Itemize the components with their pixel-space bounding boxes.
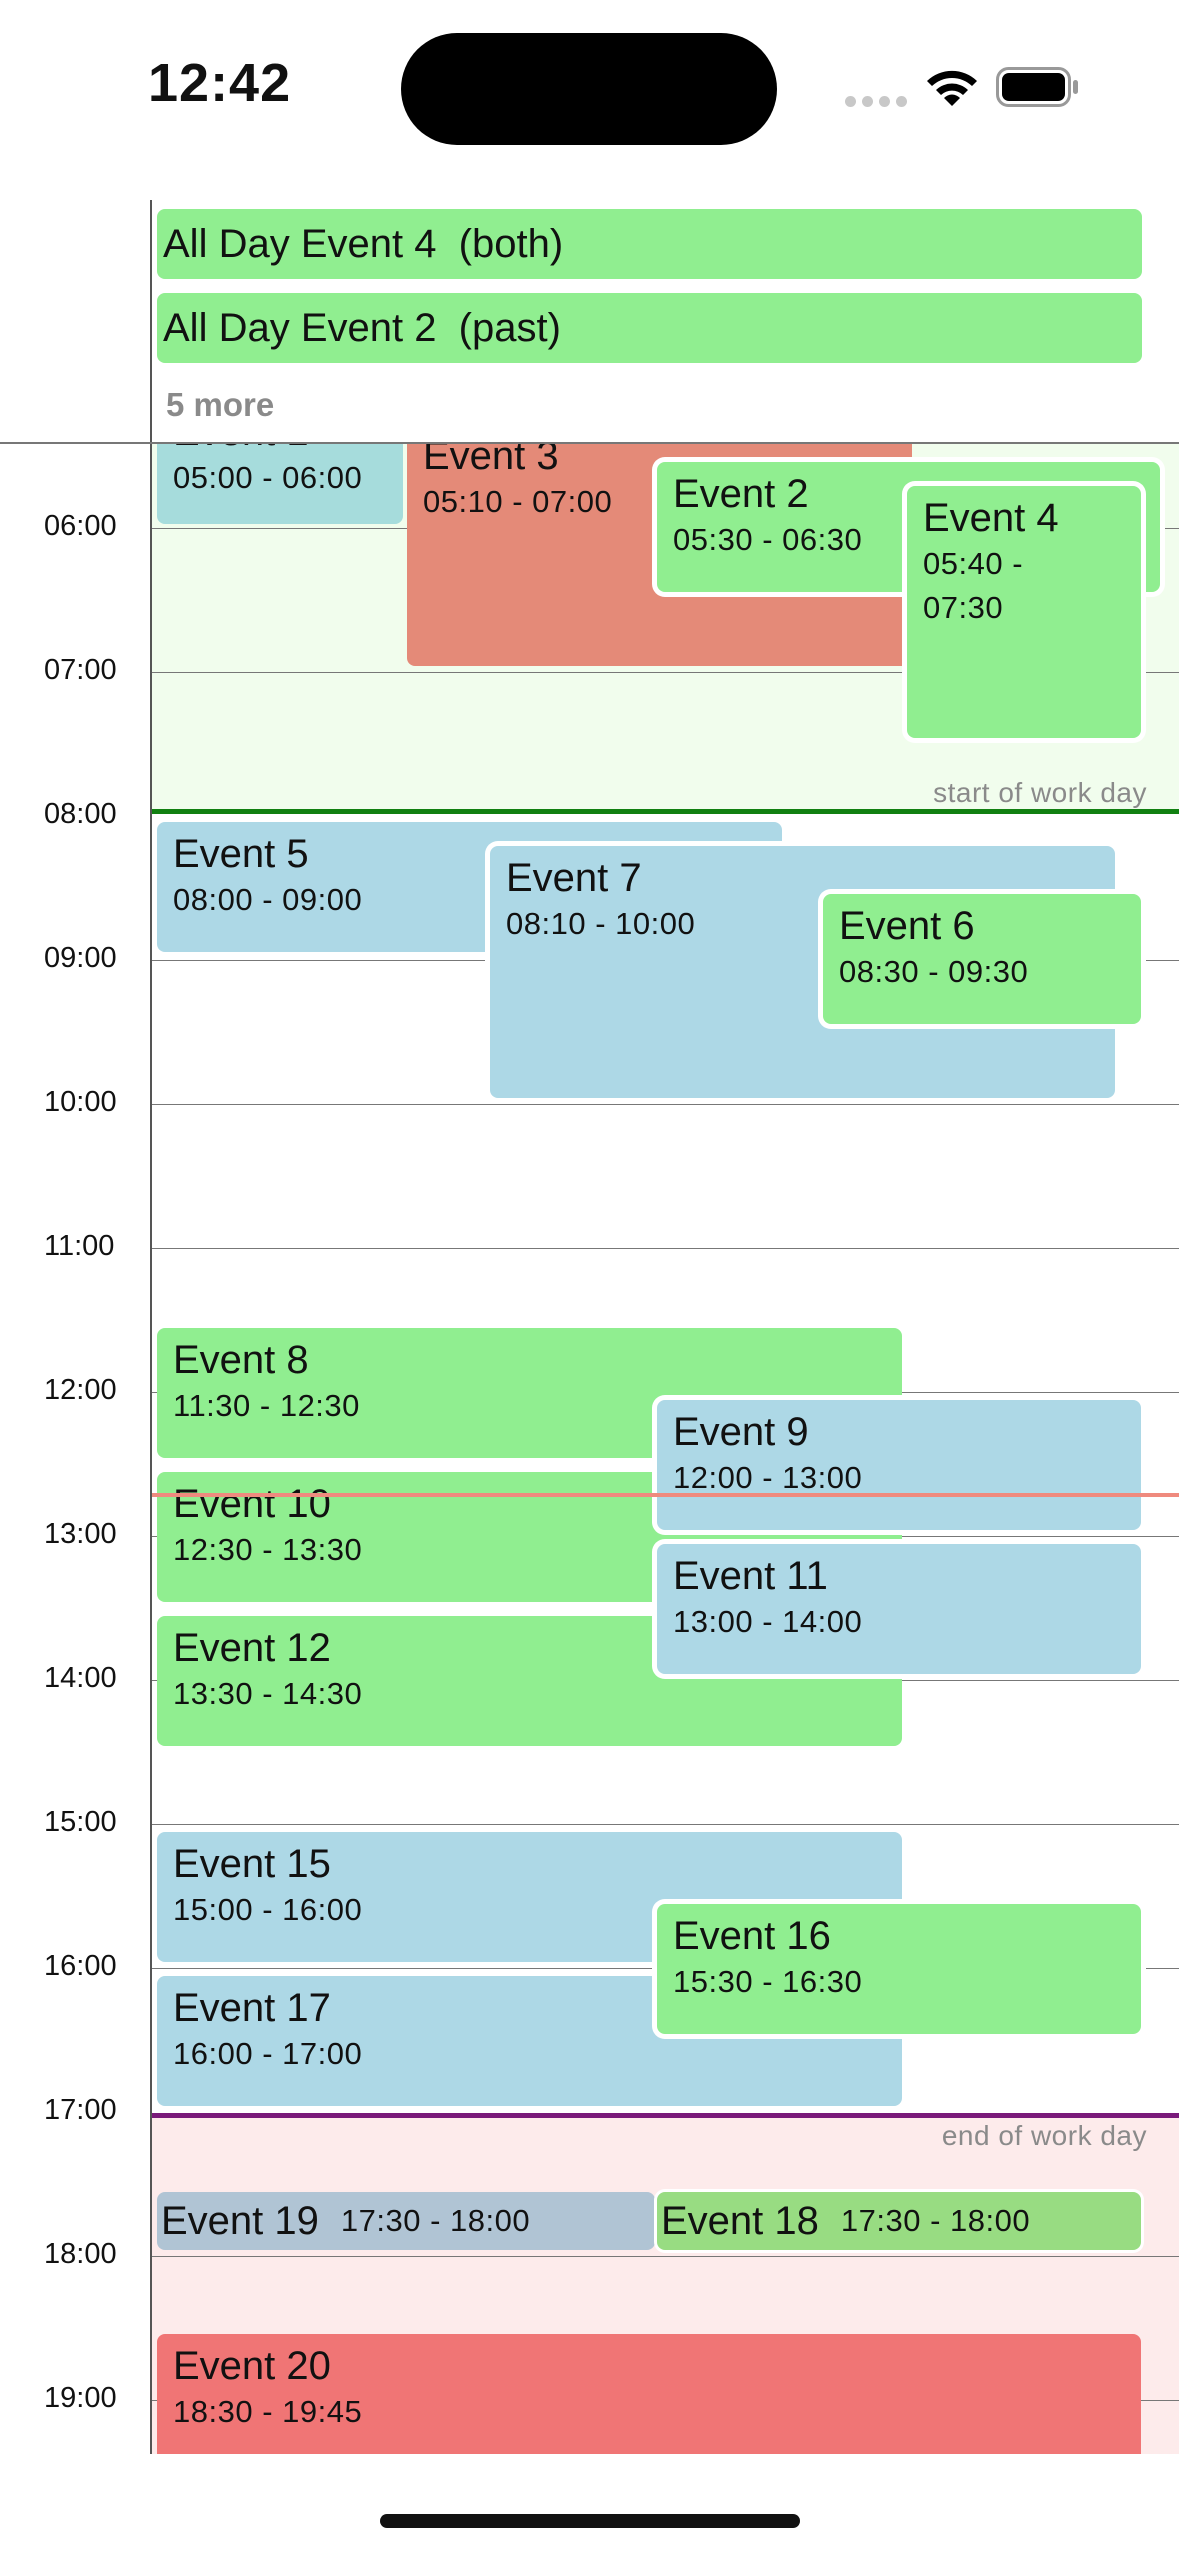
more-events-link[interactable]: 5 more: [166, 386, 274, 424]
battery-icon: [996, 67, 1078, 107]
event-title: Event 4: [923, 496, 1059, 540]
day-timeline[interactable]: 06:00 07:00 08:00 09:00 10:00 11:00 12:0…: [0, 444, 1179, 2454]
status-time: 12:42: [148, 53, 292, 113]
event-title: Event 15: [173, 1842, 331, 1886]
event-block[interactable]: Event 19 17:30 - 18:00: [157, 2192, 655, 2250]
cellular-signal-icon: [845, 96, 907, 108]
status-bar: 12:42: [0, 0, 1179, 200]
event-title: Event 6: [839, 904, 975, 948]
hour-label: 17:00: [44, 2094, 117, 2126]
hour-label: 09:00: [44, 942, 117, 974]
event-block[interactable]: Event 20 18:30 - 19:45: [157, 2334, 1141, 2454]
end-of-work-day-label: end of work day: [941, 2120, 1147, 2151]
event-time: 16:00 - 17:00: [173, 2036, 363, 2071]
event-block[interactable]: Event 1 05:00 - 06:00: [157, 444, 403, 524]
event-title: Event 20: [173, 2344, 331, 2388]
hour-label: 07:00: [44, 654, 117, 686]
hour-label: 16:00: [44, 1950, 117, 1982]
current-time-line: [151, 1493, 1179, 1497]
home-indicator[interactable]: [380, 2514, 800, 2528]
hour-line: [151, 1824, 1179, 1825]
start-of-work-day-line: [151, 809, 1179, 814]
event-time: 05:00 - 06:00: [173, 460, 363, 495]
event-title: Event 11: [673, 1554, 828, 1598]
hour-label: 15:00: [44, 1806, 117, 1838]
event-block[interactable]: Event 4 05:40 - 07:30: [907, 486, 1141, 738]
hour-line: [151, 1248, 1179, 1249]
time-axis-line: [150, 200, 152, 444]
wifi-icon: [927, 70, 977, 106]
event-block[interactable]: Event 18 17:30 - 18:00: [657, 2192, 1141, 2250]
event-time: 05:40 - 07:30: [923, 546, 1024, 625]
event-title: Event 16: [673, 1914, 831, 1958]
hour-label: 10:00: [44, 1086, 117, 1118]
hour-label: 13:00: [44, 1518, 117, 1550]
event-time: 13:30 - 14:30: [173, 1676, 363, 1711]
event-title: Event 8: [173, 1338, 309, 1382]
event-time: 13:00 - 14:00: [673, 1604, 863, 1639]
event-title: Event 9: [673, 1410, 809, 1454]
start-of-work-day-label: start of work day: [933, 777, 1147, 808]
hour-label: 08:00: [44, 798, 117, 830]
hour-label: 18:00: [44, 2238, 117, 2270]
event-block[interactable]: Event 6 08:30 - 09:30: [823, 894, 1141, 1024]
end-of-work-day-line: [151, 2113, 1179, 2118]
time-axis-line: [150, 444, 152, 2454]
event-title: Event 1: [173, 444, 403, 456]
hour-label: 06:00: [44, 510, 117, 542]
hour-label: 14:00: [44, 1662, 117, 1694]
hour-label: 12:00: [44, 1374, 117, 1406]
event-time: 18:30 - 19:45: [173, 2394, 363, 2429]
hour-label: 19:00: [44, 2382, 117, 2414]
all-day-event[interactable]: All Day Event 2 (past): [157, 293, 1142, 363]
event-title: Event 19: [161, 2199, 319, 2243]
hour-line: [151, 1104, 1179, 1105]
event-block[interactable]: Event 11 13:00 - 14:00: [657, 1544, 1141, 1674]
event-block[interactable]: Event 16 15:30 - 16:30: [657, 1904, 1141, 2034]
event-time: 08:30 - 09:30: [839, 954, 1029, 989]
event-title: Event 18: [661, 2199, 819, 2243]
hour-line: [151, 2256, 1179, 2257]
dynamic-island: [401, 33, 777, 145]
event-time: 17:30 - 18:00: [840, 2203, 1031, 2238]
event-block[interactable]: Event 9 12:00 - 13:00: [657, 1400, 1141, 1530]
hour-label: 11:00: [44, 1230, 115, 1262]
all-day-event[interactable]: All Day Event 4 (both): [157, 209, 1142, 279]
event-time: 15:30 - 16:30: [673, 1964, 863, 1999]
event-time: 17:30 - 18:00: [340, 2203, 531, 2238]
